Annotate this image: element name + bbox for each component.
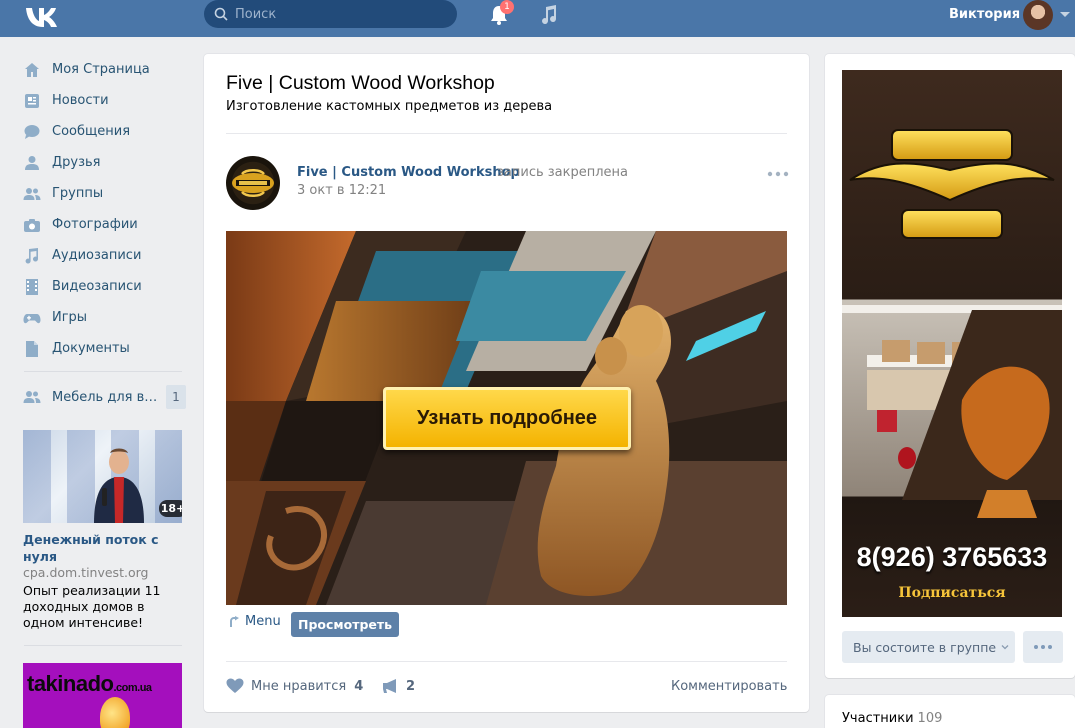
sidebar-item-label: Аудиозаписи (52, 248, 142, 263)
gamepad-icon (23, 313, 41, 323)
learn-more-label: Узнать подробнее (416, 407, 598, 429)
ad-product-shape (100, 697, 130, 728)
sidebar-item-documents[interactable]: Документы (20, 333, 190, 364)
post-date[interactable]: 3 окт в 12:21 (297, 183, 386, 198)
membership-label: Вы состоите в группе (853, 639, 997, 655)
group-cover-card: 8(926) 3765633 Подписаться Вы состоите в… (825, 54, 1075, 678)
ad-divider (24, 645, 182, 646)
sidebar-item-label: Документы (52, 341, 130, 356)
sidebar-item-group-furniture[interactable]: Мебель для ва... 1 (20, 383, 190, 411)
like-count: 4 (354, 678, 364, 694)
members-header[interactable]: Участники 109 (842, 711, 942, 726)
sidebar-divider (24, 371, 182, 372)
group-actions-button[interactable] (1023, 631, 1063, 663)
chevron-down-icon[interactable] (1060, 12, 1070, 17)
news-icon (25, 93, 39, 108)
more-options-icon[interactable] (766, 167, 790, 181)
heart-icon (226, 678, 244, 693)
sidebar-item-label: Новости (52, 93, 109, 108)
groups-icon (23, 391, 41, 403)
ad-image[interactable]: 18+ (23, 430, 182, 523)
search-icon (214, 7, 228, 21)
like-button[interactable]: Мне нравится 4 (226, 678, 363, 694)
share-button[interactable]: 2 (382, 678, 415, 694)
post-pinned-label: запись закреплена (497, 165, 629, 180)
notification-badge: 1 (500, 0, 514, 14)
ad-logo-suffix: .com.ua (113, 682, 152, 694)
divider (226, 661, 787, 662)
music-note-icon (25, 247, 39, 264)
comment-button[interactable]: Комментировать (671, 679, 787, 694)
page-title: Five | Custom Wood Workshop (226, 72, 495, 94)
ad-description: Опыт реализации 11 доходных домов в одно… (23, 583, 161, 630)
search-input[interactable] (235, 3, 445, 25)
post-image[interactable]: Узнать подробнее (226, 231, 787, 605)
learn-more-button[interactable]: Узнать подробнее (383, 387, 631, 450)
sidebar-item-label: Моя Страница (52, 62, 150, 77)
cover-artwork (842, 70, 1062, 617)
members-count: 109 (917, 711, 943, 726)
ad-image-takinado[interactable]: takinado.com.ua (23, 663, 182, 728)
counter-badge: 1 (166, 385, 186, 409)
sidebar-item-my-page[interactable]: Моя Страница (20, 54, 190, 85)
sidebar-item-friends[interactable]: Друзья (20, 147, 190, 178)
vk-logo-icon[interactable] (24, 4, 60, 30)
chevron-down-icon (1001, 645, 1009, 650)
sidebar-item-games[interactable]: Игры (20, 302, 190, 333)
sidebar-item-label: Друзья (52, 155, 101, 170)
view-button[interactable]: Просмотреть (291, 612, 399, 637)
group-main-card: Five | Custom Wood Workshop Изготовление… (204, 54, 809, 712)
ad-domain[interactable]: cpa.dom.tinvest.org (23, 565, 148, 580)
sidebar-item-label: Мебель для ва... (52, 389, 160, 405)
film-icon (26, 278, 38, 295)
group-cover-image[interactable]: 8(926) 3765633 Подписаться (842, 70, 1062, 617)
friend-icon (25, 155, 39, 170)
ad-logo: takinado.com.ua (27, 671, 152, 697)
ad-title[interactable]: Денежный поток с нуля (23, 531, 173, 565)
groups-icon (23, 187, 41, 200)
top-bar: 1 Виктория (0, 0, 1075, 37)
sidebar-item-label: Игры (52, 310, 88, 325)
sidebar-item-news[interactable]: Новости (20, 85, 190, 116)
sidebar-item-groups[interactable]: Группы (20, 178, 190, 209)
age-rating-badge: 18+ (159, 500, 182, 517)
custom-wood-logo-icon (232, 169, 274, 197)
cover-phone-number: 8(926) 3765633 (856, 542, 1048, 572)
sidebar-item-label: Фотографии (52, 217, 138, 232)
sidebar-item-label: Группы (52, 186, 104, 201)
megaphone-icon (383, 679, 396, 693)
divider (226, 133, 787, 134)
document-icon (26, 340, 38, 357)
sidebar-item-audio[interactable]: Аудиозаписи (20, 240, 190, 271)
ad-logo-text: takinado (27, 671, 114, 696)
group-status: Изготовление кастомных предметов из дере… (226, 99, 553, 114)
search-box[interactable] (204, 0, 457, 28)
messages-icon (24, 124, 40, 139)
sidebar-item-videos[interactable]: Видеозаписи (20, 271, 190, 302)
camera-icon (24, 218, 40, 232)
share-count: 2 (406, 678, 416, 694)
menu-link-label: Menu (245, 614, 281, 629)
sidebar-item-messages[interactable]: Сообщения (20, 116, 190, 147)
music-icon[interactable] (538, 4, 560, 26)
menu-link[interactable]: Menu (228, 614, 281, 629)
sidebar-item-label: Сообщения (52, 124, 131, 139)
link-arrow-icon (230, 615, 239, 627)
sidebar-nav: Моя Страница Новости Сообщения Друзья Гр… (20, 54, 190, 364)
cover-subscribe-text: Подписаться (898, 585, 1006, 601)
sidebar-item-photos[interactable]: Фотографии (20, 209, 190, 240)
members-card: Участники 109 (825, 695, 1075, 728)
membership-dropdown-button[interactable]: Вы состоите в группе (842, 631, 1015, 663)
speaker-photo (94, 448, 144, 523)
members-label: Участники (842, 711, 914, 726)
post-author-avatar[interactable] (226, 156, 280, 210)
more-options-icon (1034, 645, 1052, 649)
like-label: Мне нравится (251, 678, 347, 694)
sidebar-item-label: Видеозаписи (52, 279, 142, 294)
home-icon (25, 62, 39, 77)
post-author-link[interactable]: Five | Custom Wood Workshop (297, 165, 520, 180)
user-avatar[interactable] (1023, 0, 1053, 30)
user-name[interactable]: Виктория (949, 7, 1020, 22)
